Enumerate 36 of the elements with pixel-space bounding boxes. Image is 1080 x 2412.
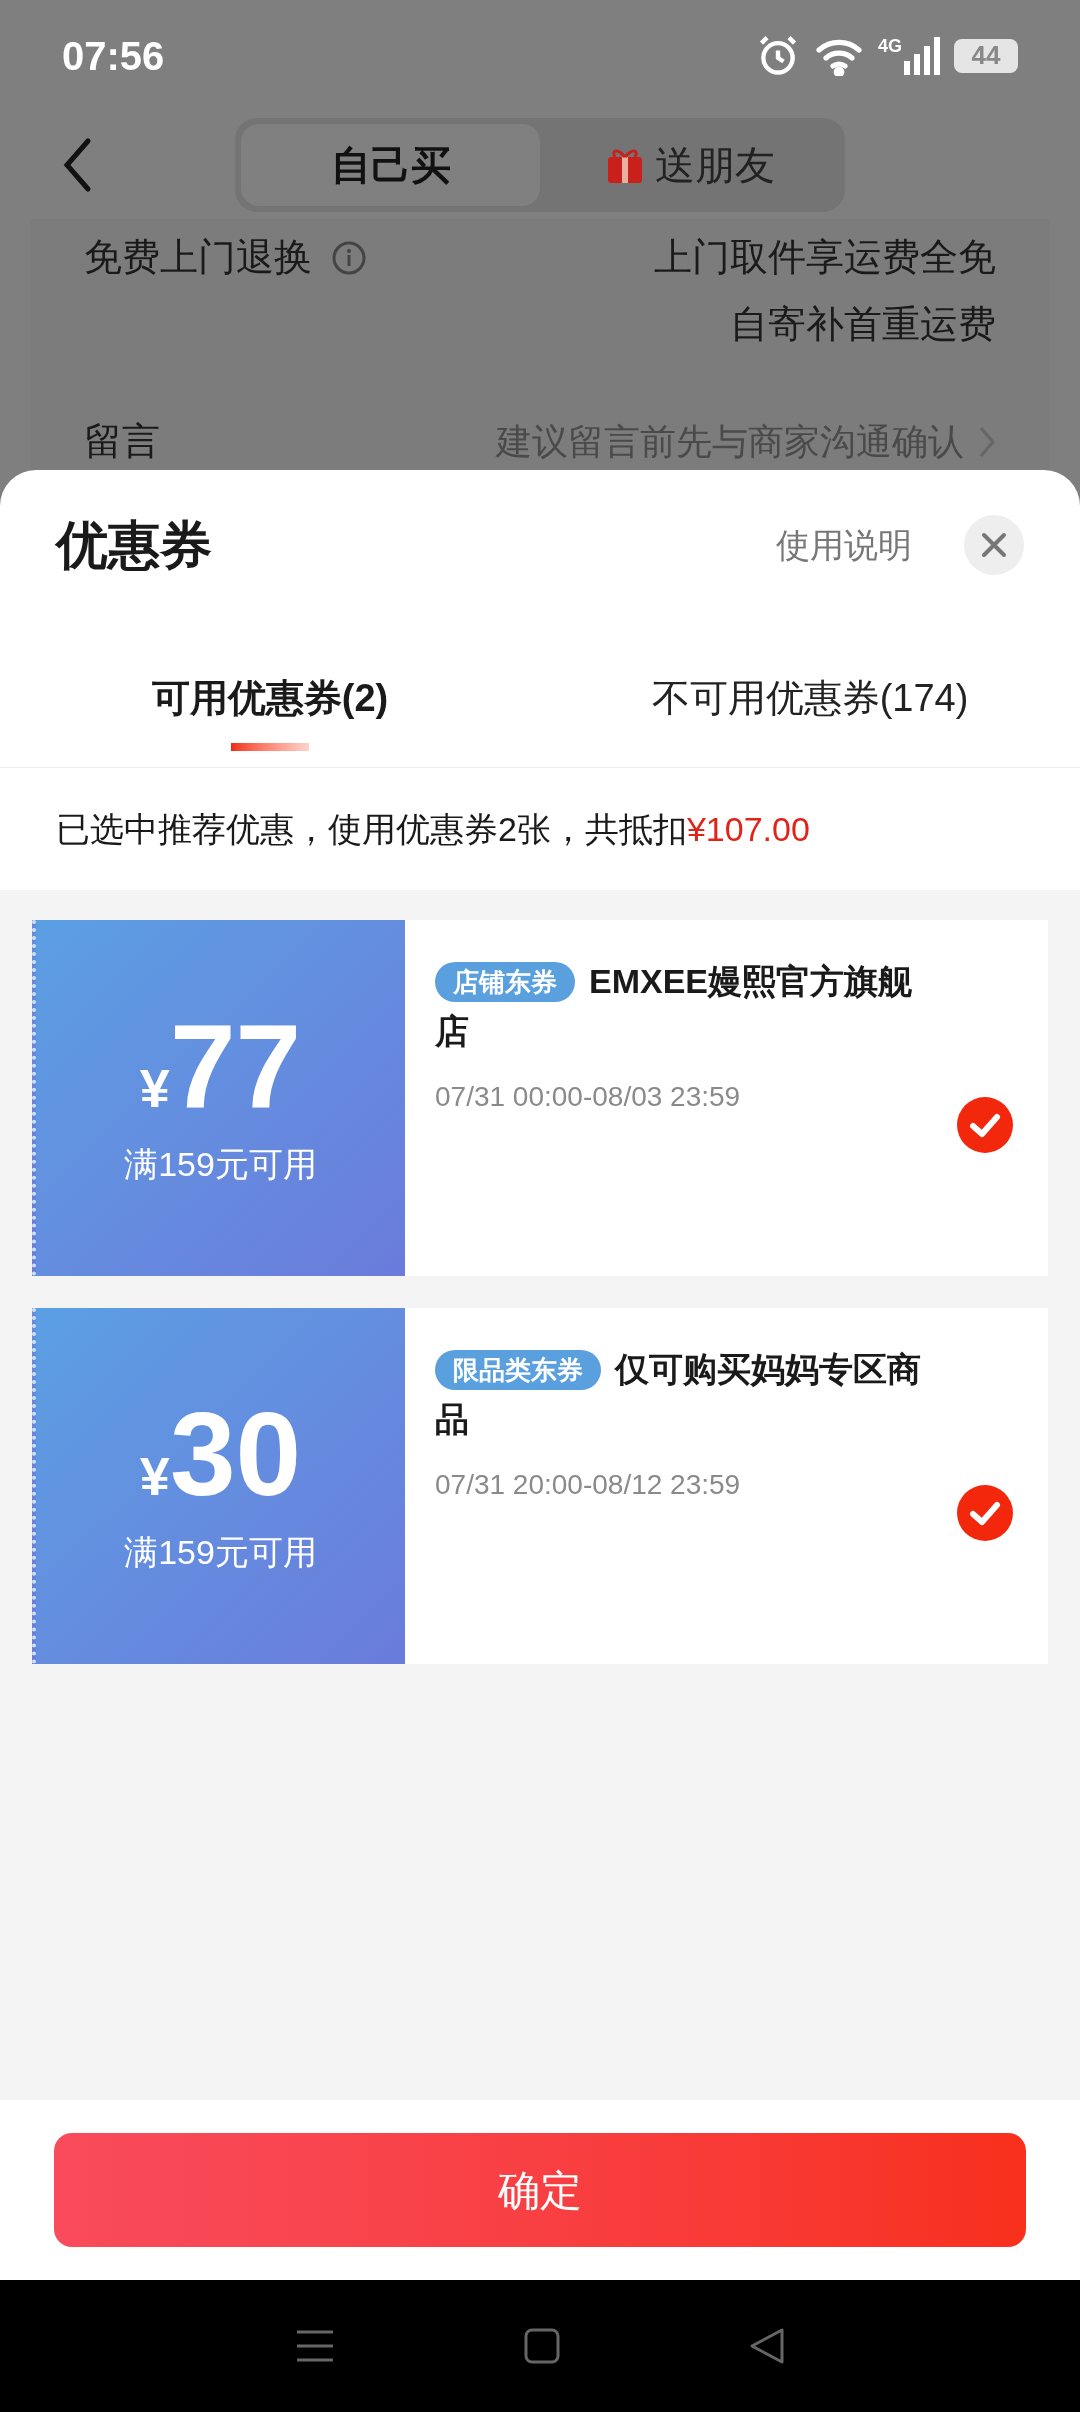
- row-label: 留言: [84, 419, 160, 464]
- row-value: 自寄补首重运费: [730, 302, 996, 347]
- coupon-amount: 30: [169, 1394, 302, 1513]
- home-icon[interactable]: [524, 2328, 560, 2364]
- segment-tab[interactable]: 自己买: [241, 124, 540, 207]
- coupon-card[interactable]: ¥30 满159元可用 限品类东券 仅可购买妈妈专区商品 07/31 20:00-08/12 23:59: [32, 1308, 1048, 1664]
- currency-symbol: ¥: [139, 1445, 170, 1508]
- menu-icon[interactable]: [294, 2328, 335, 2364]
- battery-indicator: 44: [954, 38, 1018, 73]
- coupon-validity: 07/31 00:00-08/03 23:59: [435, 1080, 742, 1114]
- confirm-button[interactable]: 确定: [54, 2133, 1026, 2247]
- coupon-amount: 77: [169, 1006, 302, 1125]
- coupon-tab[interactable]: 可用优惠券(2): [0, 620, 540, 767]
- sheet-title: 优惠券: [56, 515, 212, 576]
- segment-tab[interactable]: 送朋友: [540, 124, 839, 207]
- signal-icon: [904, 36, 940, 75]
- coupon-validity: 07/31 20:00-08/12 23:59: [435, 1468, 742, 1502]
- coupon-card[interactable]: ¥77 满159元可用 店铺东券 EMXEE嫚熙官方旗舰店 07/31 00:00-08/03 23:59: [32, 920, 1048, 1276]
- coupon-condition: 满159元可用: [124, 1143, 317, 1185]
- status-time: 07:56: [62, 32, 165, 80]
- info-icon[interactable]: [332, 240, 366, 275]
- checkmark-icon[interactable]: [956, 1484, 1014, 1542]
- checkmark-icon[interactable]: [956, 1096, 1014, 1154]
- coupon-condition: 满159元可用: [124, 1531, 317, 1573]
- network-label: 4G: [878, 36, 902, 55]
- close-icon: [981, 532, 1007, 558]
- back-icon[interactable]: [62, 137, 92, 194]
- back-nav-icon[interactable]: [749, 2327, 786, 2365]
- currency-symbol: ¥: [139, 1056, 170, 1120]
- coupon-title: 店铺东券 EMXEE嫚熙官方旗舰店: [435, 961, 914, 1052]
- discount-summary: 已选中推荐优惠，使用优惠券2张，共抵扣¥107.00: [56, 808, 810, 850]
- row-label: 免费上门退换: [84, 235, 312, 280]
- usage-instructions-link[interactable]: 使用说明: [776, 519, 912, 571]
- coupon-title: 限品类东券 仅可购买妈妈专区商品: [435, 1349, 922, 1440]
- row-value: 上门取件享运费全免: [654, 235, 996, 280]
- coupon-tab[interactable]: 不可用优惠券(174): [540, 620, 1080, 767]
